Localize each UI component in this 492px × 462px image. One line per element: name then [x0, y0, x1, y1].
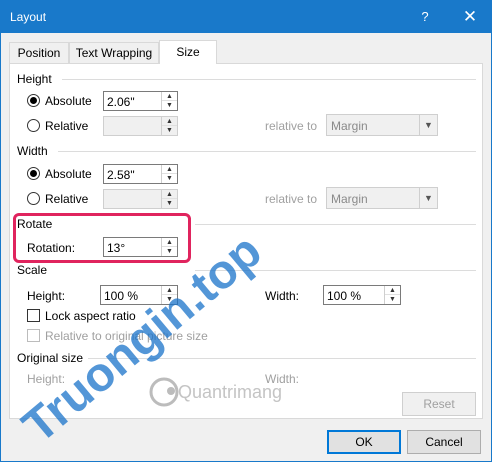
chevron-down-icon: ▼ — [419, 115, 437, 135]
chevron-down-icon: ▼ — [419, 188, 437, 208]
scale-height-label: Height: — [27, 289, 66, 303]
title-bar: Layout ? ✕ — [1, 1, 491, 33]
height-relative-to-value: Margin — [331, 119, 368, 133]
width-relative-label: Relative — [45, 192, 89, 206]
spin-down-icon[interactable]: ▼ — [162, 199, 177, 208]
scale-width-input[interactable]: 100 % ▲ ▼ — [323, 285, 401, 305]
spin-down-icon[interactable]: ▼ — [162, 126, 177, 135]
height-absolute-label: Absolute — [45, 94, 92, 108]
tab-size[interactable]: Size — [159, 40, 217, 64]
tab-position[interactable]: Position — [9, 42, 69, 63]
width-absolute-input[interactable]: 2.58" ▲ ▼ — [103, 164, 178, 184]
scale-width-value: 100 % — [327, 289, 362, 303]
height-relative-to-label: relative to — [265, 119, 318, 133]
spin-up-icon[interactable]: ▲ — [162, 286, 177, 295]
reset-button[interactable]: Reset — [402, 392, 476, 416]
original-height-label: Height: — [27, 372, 66, 386]
cancel-button[interactable]: Cancel — [407, 430, 481, 454]
original-width-label: Width: — [265, 372, 300, 386]
ok-button[interactable]: OK — [327, 430, 401, 454]
width-relative-radio[interactable] — [27, 192, 40, 205]
spin-up-icon[interactable]: ▲ — [162, 117, 177, 126]
lock-aspect-ratio-label: Lock aspect ratio — [45, 309, 136, 323]
height-group-label: Height — [17, 72, 52, 86]
divider — [58, 151, 476, 152]
width-absolute-value: 2.58" — [107, 168, 135, 182]
spin-down-icon[interactable]: ▼ — [162, 174, 177, 183]
scale-height-input[interactable]: 100 % ▲ ▼ — [100, 285, 178, 305]
width-relative-to-select[interactable]: Margin ▼ — [326, 187, 438, 209]
height-absolute-radio[interactable] — [27, 94, 40, 107]
divider — [88, 358, 476, 359]
spin-up-icon[interactable]: ▲ — [162, 190, 177, 199]
spin-up-icon[interactable]: ▲ — [162, 92, 177, 101]
height-relative-to-select[interactable]: Margin ▼ — [326, 114, 438, 136]
width-absolute-label: Absolute — [45, 167, 92, 181]
original-size-group-label: Original size — [17, 351, 84, 365]
divider — [62, 79, 476, 80]
tab-text-wrapping[interactable]: Text Wrapping — [69, 42, 159, 63]
spin-up-icon[interactable]: ▲ — [385, 286, 400, 295]
relative-original-size-label: Relative to original picture size — [45, 329, 208, 343]
dialog-title: Layout — [10, 10, 47, 24]
relative-original-size-checkbox[interactable] — [27, 329, 40, 342]
spin-up-icon[interactable]: ▲ — [162, 165, 177, 174]
spin-down-icon[interactable]: ▼ — [385, 295, 400, 304]
width-relative-to-label: relative to — [265, 192, 318, 206]
width-absolute-radio[interactable] — [27, 167, 40, 180]
layout-dialog: Layout ? ✕ Position Text Wrapping Size H… — [0, 0, 492, 462]
height-absolute-input[interactable]: 2.06" ▲ ▼ — [103, 91, 178, 111]
divider — [195, 224, 476, 225]
height-absolute-value: 2.06" — [107, 95, 135, 109]
spin-down-icon[interactable]: ▼ — [162, 101, 177, 110]
width-relative-to-value: Margin — [331, 192, 368, 206]
close-button[interactable]: ✕ — [453, 1, 487, 33]
lock-aspect-ratio-checkbox[interactable] — [27, 309, 40, 322]
help-button[interactable]: ? — [411, 1, 439, 33]
height-relative-input[interactable]: ▲ ▼ — [103, 116, 178, 136]
scale-width-label: Width: — [265, 289, 300, 303]
width-group-label: Width — [17, 144, 48, 158]
height-relative-label: Relative — [45, 119, 89, 133]
width-relative-input[interactable]: ▲ ▼ — [103, 189, 178, 209]
scale-height-value: 100 % — [104, 289, 139, 303]
rotation-highlight-box — [13, 213, 191, 263]
scale-group-label: Scale — [17, 263, 48, 277]
spin-down-icon[interactable]: ▼ — [162, 295, 177, 304]
divider — [195, 270, 476, 271]
height-relative-radio[interactable] — [27, 119, 40, 132]
